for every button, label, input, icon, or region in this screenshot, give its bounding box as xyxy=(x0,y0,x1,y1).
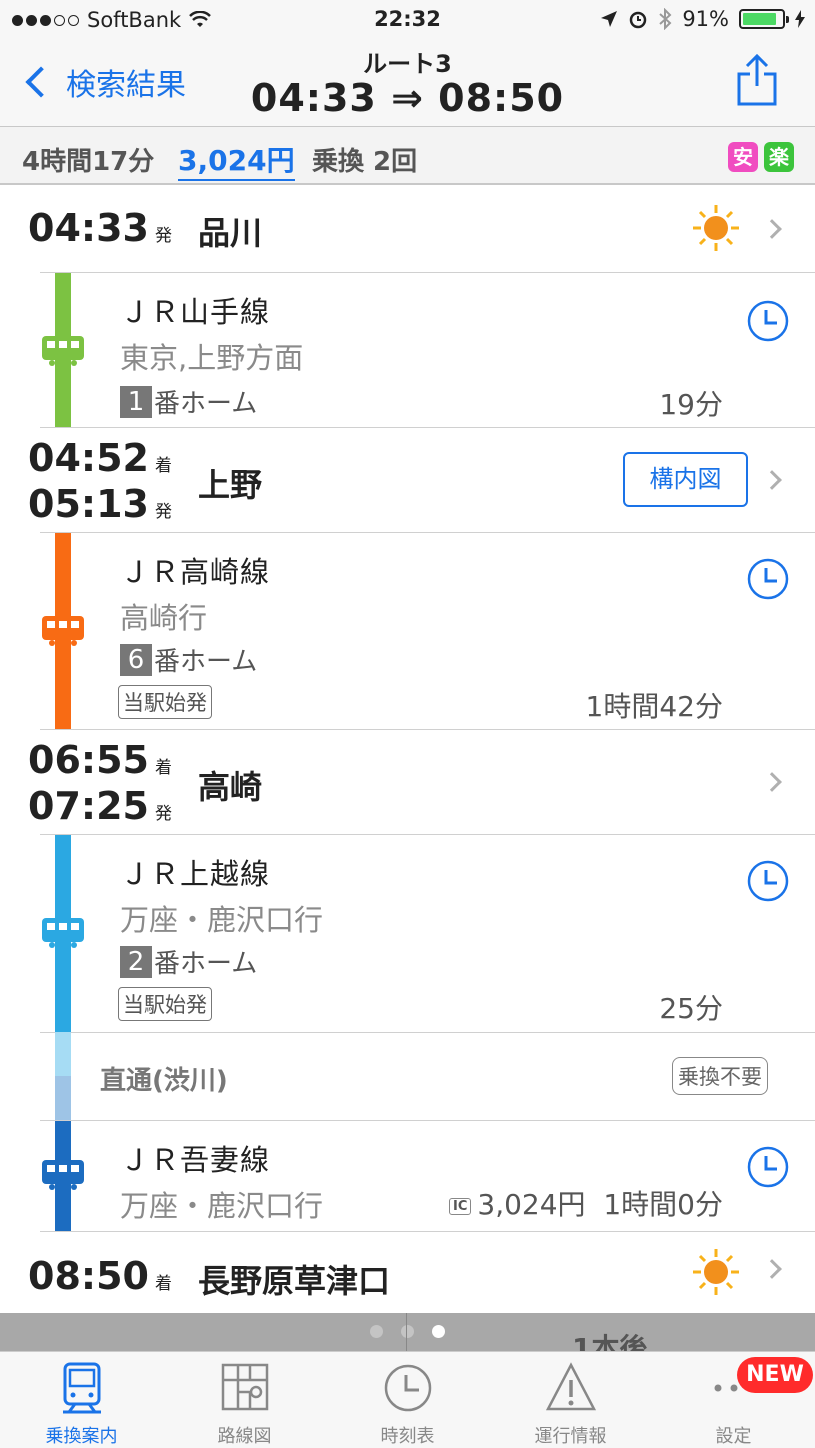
tab-bar: 乗換案内 路線図 時刻表 運行情報 設定 xyxy=(0,1351,815,1448)
clock-icon[interactable] xyxy=(746,299,790,343)
chevron-right-icon xyxy=(762,772,782,792)
through-label: 直通(渋川) xyxy=(100,1066,228,1096)
navigation-bar: 検索結果 ルート3 04:33 ⇒ 08:50 xyxy=(0,40,815,127)
sun-icon xyxy=(693,1249,739,1295)
line-direction: 高崎行 xyxy=(120,601,208,635)
station-row-destination[interactable]: 08:50 着 長野原草津口 xyxy=(0,1232,815,1313)
status-bar: SoftBank 22:32 91% xyxy=(0,0,815,40)
bluetooth-icon xyxy=(659,8,672,30)
new-badge: NEW xyxy=(737,1357,813,1393)
ic-card-icon: IC xyxy=(448,1197,472,1215)
tab-timetable[interactable]: 時刻表 xyxy=(326,1352,489,1448)
segment-joetsu[interactable]: ＪＲ上越線 万座・鹿沢口行 2 番ホーム 当駅始発 25分 xyxy=(0,835,815,1032)
clock-icon[interactable] xyxy=(746,1145,790,1189)
alarm-icon xyxy=(630,11,647,29)
no-transfer-badge: 乗換不要 xyxy=(672,1057,768,1095)
clock-icon[interactable] xyxy=(746,859,790,903)
page-dot[interactable] xyxy=(370,1325,383,1338)
segment-yamanote[interactable]: ＪＲ山手線 東京,上野方面 1 番ホーム 19分 xyxy=(0,273,815,427)
segment-duration: 1時間0分 xyxy=(603,1188,723,1221)
safe-tag: 安 xyxy=(728,142,758,172)
line-color-bar xyxy=(55,1076,71,1120)
tab-label: 乗換案内 xyxy=(45,1426,118,1447)
chevron-right-icon xyxy=(762,219,782,239)
segment-duration: 19分 xyxy=(659,388,723,421)
location-arrow-icon xyxy=(601,11,618,27)
tab-label: 運行情報 xyxy=(534,1426,607,1447)
page-dot-active[interactable] xyxy=(432,1325,445,1338)
through-service-row: 直通(渋川) 乗換不要 xyxy=(0,1032,815,1120)
line-name: ＪＲ上越線 xyxy=(120,857,271,891)
tab-label: 時刻表 xyxy=(380,1426,435,1447)
warning-icon xyxy=(546,1362,596,1411)
segment-duration: 25分 xyxy=(659,992,723,1025)
sun-icon xyxy=(693,205,739,251)
clock-icon[interactable] xyxy=(746,557,790,601)
train-icon xyxy=(63,1362,101,1414)
chevron-right-icon xyxy=(762,470,782,490)
station-map-button[interactable]: 構内図 xyxy=(623,452,748,507)
segment-fare: 3,024円 xyxy=(477,1188,586,1221)
departure-time: 07:25 発 xyxy=(28,784,172,828)
segment-takasaki[interactable]: ＪＲ高崎線 高崎行 6 番ホーム 当駅始発 1時間42分 xyxy=(0,533,815,729)
total-fare-link[interactable]: 3,024円 xyxy=(178,139,295,181)
departure-time: 04:33 発 xyxy=(28,206,172,250)
arrival-time: 08:50 着 xyxy=(28,1254,172,1298)
divider xyxy=(406,1313,407,1351)
line-name: ＪＲ高崎線 xyxy=(120,555,271,589)
battery-icon xyxy=(739,9,789,29)
route-summary: 4時間17分 3,024円 乗換 2回 安 楽 xyxy=(0,127,815,185)
station-name: 品川 xyxy=(198,214,263,252)
arrival-time: 04:52 着 xyxy=(28,436,172,480)
share-icon[interactable] xyxy=(737,54,777,106)
tab-label: 路線図 xyxy=(217,1426,272,1447)
line-direction: 東京,上野方面 xyxy=(120,341,304,375)
charging-icon xyxy=(795,10,805,28)
station-name: 長野原草津口 xyxy=(198,1262,391,1300)
station-name: 上野 xyxy=(198,466,263,504)
transfer-count: 乗換 2回 xyxy=(312,147,418,177)
platform-info: 2 番ホーム xyxy=(120,943,257,980)
tab-route-map[interactable]: 路線図 xyxy=(163,1352,326,1448)
tab-label: 設定 xyxy=(715,1426,752,1447)
station-name: 高崎 xyxy=(198,768,263,806)
arrival-time: 06:55 着 xyxy=(28,738,172,782)
route-times: 04:33 ⇒ 08:50 xyxy=(250,76,565,120)
platform-info: 6 番ホーム xyxy=(120,641,257,678)
departure-time: 05:13 発 xyxy=(28,482,172,526)
train-icon xyxy=(42,1160,84,1190)
line-name: ＪＲ山手線 xyxy=(120,295,271,329)
origin-station-tag: 当駅始発 xyxy=(118,685,212,719)
train-icon xyxy=(42,918,84,948)
train-icon xyxy=(42,616,84,646)
clock-icon xyxy=(384,1364,432,1412)
segment-agatsuma[interactable]: ＪＲ吾妻線 万座・鹿沢口行 IC 3,024円 1時間0分 xyxy=(0,1121,815,1231)
route-pager[interactable]: 1本後 xyxy=(0,1313,815,1351)
platform-info: 1 番ホーム xyxy=(120,383,257,420)
route-title: ルート3 xyxy=(363,50,452,78)
train-icon xyxy=(42,336,84,366)
page-dot[interactable] xyxy=(401,1325,414,1338)
chevron-right-icon xyxy=(762,1259,782,1279)
tab-service-info[interactable]: 運行情報 xyxy=(489,1352,652,1448)
tab-transit-guide[interactable]: 乗換案内 xyxy=(0,1352,163,1448)
route-map-icon xyxy=(221,1363,269,1411)
total-duration: 4時間17分 xyxy=(22,147,155,177)
segment-duration: 1時間42分 xyxy=(585,690,723,723)
station-row-takasaki[interactable]: 06:55 着 07:25 発 高崎 xyxy=(0,730,815,834)
battery-percent: 91% xyxy=(682,7,729,31)
easy-tag: 楽 xyxy=(764,142,794,172)
line-color-bar xyxy=(55,1032,71,1076)
station-row-origin[interactable]: 04:33 発 品川 xyxy=(0,186,815,272)
line-direction: 万座・鹿沢口行 xyxy=(120,903,324,937)
station-row-ueno[interactable]: 04:52 着 05:13 発 上野 構内図 xyxy=(0,428,815,532)
line-name: ＪＲ吾妻線 xyxy=(120,1143,271,1177)
line-direction: 万座・鹿沢口行 xyxy=(120,1189,324,1223)
origin-station-tag: 当駅始発 xyxy=(118,987,212,1021)
next-train-label[interactable]: 1本後 xyxy=(572,1327,647,1351)
segment-fare-duration: IC 3,024円 1時間0分 xyxy=(448,1183,723,1223)
status-right: 91% xyxy=(600,7,805,31)
